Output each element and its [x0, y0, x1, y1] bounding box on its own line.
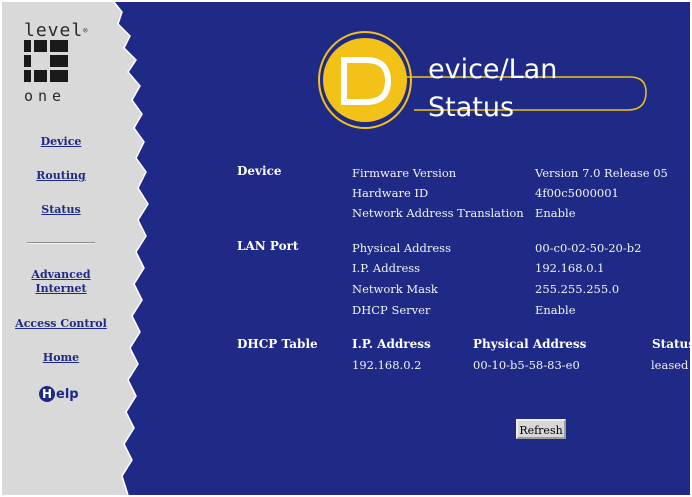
- banner-title-line2: Status: [428, 92, 515, 123]
- dhcp-server-label: DHCP Server: [352, 303, 431, 317]
- nav-home[interactable]: Home: [2, 351, 120, 364]
- nav-access-control[interactable]: Access Control: [2, 317, 120, 330]
- nav-advanced-line2: Internet: [35, 282, 87, 295]
- banner-letter-d: D: [338, 56, 392, 105]
- help-label: elp: [56, 386, 79, 402]
- levelone-logo: level® one: [24, 20, 89, 105]
- firmware-version-value: Version 7.0 Release 05: [535, 166, 668, 180]
- dhcp-col-ip-header: I.P. Address: [352, 337, 431, 351]
- device-section-title: Device: [237, 164, 282, 178]
- lan-physical-address-label: Physical Address: [352, 241, 451, 255]
- firmware-version-label: Firmware Version: [352, 166, 457, 180]
- dhcp-row-physical: 00-10-b5-58-83-e0: [473, 358, 580, 372]
- lan-physical-address-value: 00-c0-02-50-20-b2: [535, 241, 642, 255]
- banner-title-line1: evice/Lan: [428, 54, 558, 85]
- hardware-id-value: 4f00c5000001: [535, 186, 619, 200]
- page-banner: D evice/Lan Status: [310, 30, 670, 130]
- nav-routing[interactable]: Routing: [2, 169, 120, 182]
- nav-device[interactable]: Device: [2, 135, 120, 148]
- logo-grid-icon: [24, 40, 68, 82]
- dhcp-col-physical-header: Physical Address: [473, 337, 587, 351]
- help-button[interactable]: H elp: [39, 386, 79, 402]
- status-page: level® one Device Routing Status Advance…: [2, 2, 690, 495]
- dhcp-section-title: DHCP Table: [237, 337, 318, 351]
- sidebar-divider: [27, 242, 95, 244]
- lan-network-mask-value: 255.255.255.0: [535, 282, 620, 296]
- dhcp-row-ip: 192.168.0.2: [352, 358, 422, 372]
- dhcp-row-status: leased: [651, 358, 689, 372]
- svg-text:D: D: [338, 56, 339, 57]
- lan-section-title: LAN Port: [237, 239, 299, 253]
- dhcp-col-status-header: Status: [652, 337, 690, 351]
- lan-network-mask-label: Network Mask: [352, 282, 438, 296]
- lan-ip-address-value: 192.168.0.1: [535, 261, 605, 275]
- help-icon: H: [39, 386, 55, 402]
- nat-value: Enable: [535, 206, 576, 220]
- lan-ip-address-label: I.P. Address: [352, 261, 421, 275]
- dhcp-server-value: Enable: [535, 303, 576, 317]
- nav-status[interactable]: Status: [2, 203, 120, 216]
- nav-advanced-line1: Advanced: [31, 268, 91, 281]
- sidebar: level® one Device Routing Status Advance…: [2, 2, 177, 495]
- refresh-button[interactable]: Refresh: [516, 419, 566, 439]
- nav-advanced-internet[interactable]: Advanced Internet: [2, 268, 120, 296]
- hardware-id-label: Hardware ID: [352, 186, 429, 200]
- nat-label: Network Address Translation: [352, 206, 524, 220]
